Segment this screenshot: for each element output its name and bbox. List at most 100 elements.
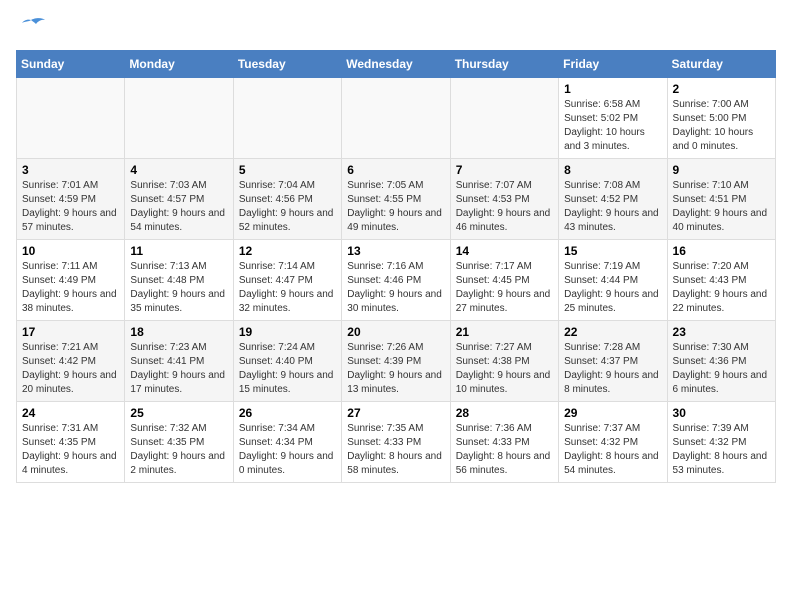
calendar-cell: 16 Sunrise: 7:20 AM Sunset: 4:43 PM Dayli… bbox=[667, 240, 775, 321]
day-number: 1 bbox=[564, 82, 661, 96]
day-number: 30 bbox=[673, 406, 770, 420]
calendar-cell: 7 Sunrise: 7:07 AM Sunset: 4:53 PM Daylig… bbox=[450, 159, 558, 240]
day-info: Sunrise: 7:30 AM Sunset: 4:36 PM Dayligh… bbox=[673, 341, 770, 397]
calendar-cell: 24 Sunrise: 7:31 AM Sunset: 4:35 PM Dayli… bbox=[17, 402, 125, 483]
day-info: Sunrise: 7:04 AM Sunset: 4:56 PM Dayligh… bbox=[239, 179, 336, 235]
calendar-week-row: 1 Sunrise: 6:58 AM Sunset: 5:02 PM Daylig… bbox=[17, 78, 776, 159]
day-number: 23 bbox=[673, 325, 770, 339]
day-number: 20 bbox=[347, 325, 444, 339]
day-number: 7 bbox=[456, 163, 553, 177]
day-info: Sunrise: 7:37 AM Sunset: 4:32 PM Dayligh… bbox=[564, 422, 661, 478]
calendar-cell: 14 Sunrise: 7:17 AM Sunset: 4:45 PM Dayli… bbox=[450, 240, 558, 321]
day-number: 22 bbox=[564, 325, 661, 339]
day-info: Sunrise: 7:24 AM Sunset: 4:40 PM Dayligh… bbox=[239, 341, 336, 397]
calendar-cell: 1 Sunrise: 6:58 AM Sunset: 5:02 PM Daylig… bbox=[559, 78, 667, 159]
calendar-cell bbox=[342, 78, 450, 159]
day-info: Sunrise: 7:27 AM Sunset: 4:38 PM Dayligh… bbox=[456, 341, 553, 397]
day-info: Sunrise: 7:35 AM Sunset: 4:33 PM Dayligh… bbox=[347, 422, 444, 478]
calendar-week-row: 24 Sunrise: 7:31 AM Sunset: 4:35 PM Dayli… bbox=[17, 402, 776, 483]
day-info: Sunrise: 7:19 AM Sunset: 4:44 PM Dayligh… bbox=[564, 260, 661, 316]
day-number: 25 bbox=[130, 406, 227, 420]
day-number: 17 bbox=[22, 325, 119, 339]
calendar-cell: 18 Sunrise: 7:23 AM Sunset: 4:41 PM Dayli… bbox=[125, 321, 233, 402]
day-info: Sunrise: 7:17 AM Sunset: 4:45 PM Dayligh… bbox=[456, 260, 553, 316]
day-number: 11 bbox=[130, 244, 227, 258]
day-number: 21 bbox=[456, 325, 553, 339]
page-header bbox=[16, 16, 776, 40]
day-info: Sunrise: 7:21 AM Sunset: 4:42 PM Dayligh… bbox=[22, 341, 119, 397]
day-info: Sunrise: 7:20 AM Sunset: 4:43 PM Dayligh… bbox=[673, 260, 770, 316]
calendar-cell: 10 Sunrise: 7:11 AM Sunset: 4:49 PM Dayli… bbox=[17, 240, 125, 321]
day-info: Sunrise: 7:01 AM Sunset: 4:59 PM Dayligh… bbox=[22, 179, 119, 235]
calendar-cell: 25Sunrise: 7:32 AM Sunset: 4:35 PM Dayli… bbox=[125, 402, 233, 483]
day-number: 8 bbox=[564, 163, 661, 177]
day-number: 2 bbox=[673, 82, 770, 96]
calendar-cell: 4 Sunrise: 7:03 AM Sunset: 4:57 PM Daylig… bbox=[125, 159, 233, 240]
day-info: Sunrise: 7:10 AM Sunset: 4:51 PM Dayligh… bbox=[673, 179, 770, 235]
day-of-week-header: Sunday bbox=[17, 51, 125, 78]
day-info: Sunrise: 7:36 AM Sunset: 4:33 PM Dayligh… bbox=[456, 422, 553, 478]
calendar-cell: 22Sunrise: 7:28 AM Sunset: 4:37 PM Dayli… bbox=[559, 321, 667, 402]
calendar-cell: 20 Sunrise: 7:26 AM Sunset: 4:39 PM Dayli… bbox=[342, 321, 450, 402]
calendar-cell: 9 Sunrise: 7:10 AM Sunset: 4:51 PM Daylig… bbox=[667, 159, 775, 240]
calendar-cell: 5 Sunrise: 7:04 AM Sunset: 4:56 PM Daylig… bbox=[233, 159, 341, 240]
day-number: 26 bbox=[239, 406, 336, 420]
day-number: 9 bbox=[673, 163, 770, 177]
day-number: 3 bbox=[22, 163, 119, 177]
calendar-week-row: 3 Sunrise: 7:01 AM Sunset: 4:59 PM Daylig… bbox=[17, 159, 776, 240]
day-info: Sunrise: 7:00 AM Sunset: 5:00 PM Dayligh… bbox=[673, 98, 770, 154]
day-number: 5 bbox=[239, 163, 336, 177]
calendar-cell bbox=[17, 78, 125, 159]
calendar-week-row: 17 Sunrise: 7:21 AM Sunset: 4:42 PM Dayli… bbox=[17, 321, 776, 402]
calendar-cell: 27 Sunrise: 7:35 AM Sunset: 4:33 PM Dayli… bbox=[342, 402, 450, 483]
day-info: Sunrise: 7:11 AM Sunset: 4:49 PM Dayligh… bbox=[22, 260, 119, 316]
logo-icon bbox=[16, 16, 46, 40]
calendar-cell: 3 Sunrise: 7:01 AM Sunset: 4:59 PM Daylig… bbox=[17, 159, 125, 240]
day-number: 14 bbox=[456, 244, 553, 258]
calendar-cell: 12Sunrise: 7:14 AM Sunset: 4:47 PM Dayli… bbox=[233, 240, 341, 321]
day-info: Sunrise: 7:03 AM Sunset: 4:57 PM Dayligh… bbox=[130, 179, 227, 235]
calendar-cell: 26 Sunrise: 7:34 AM Sunset: 4:34 PM Dayli… bbox=[233, 402, 341, 483]
day-number: 10 bbox=[22, 244, 119, 258]
calendar-week-row: 10 Sunrise: 7:11 AM Sunset: 4:49 PM Dayli… bbox=[17, 240, 776, 321]
day-of-week-header: Tuesday bbox=[233, 51, 341, 78]
calendar-cell: 15 Sunrise: 7:19 AM Sunset: 4:44 PM Dayli… bbox=[559, 240, 667, 321]
calendar-cell: 28Sunrise: 7:36 AM Sunset: 4:33 PM Dayli… bbox=[450, 402, 558, 483]
day-of-week-header: Saturday bbox=[667, 51, 775, 78]
day-info: Sunrise: 6:58 AM Sunset: 5:02 PM Dayligh… bbox=[564, 98, 661, 154]
day-of-week-header: Thursday bbox=[450, 51, 558, 78]
day-info: Sunrise: 7:07 AM Sunset: 4:53 PM Dayligh… bbox=[456, 179, 553, 235]
calendar-cell bbox=[233, 78, 341, 159]
logo bbox=[16, 16, 50, 40]
day-info: Sunrise: 7:08 AM Sunset: 4:52 PM Dayligh… bbox=[564, 179, 661, 235]
calendar-header-row: SundayMondayTuesdayWednesdayThursdayFrid… bbox=[17, 51, 776, 78]
day-number: 18 bbox=[130, 325, 227, 339]
day-info: Sunrise: 7:16 AM Sunset: 4:46 PM Dayligh… bbox=[347, 260, 444, 316]
day-number: 15 bbox=[564, 244, 661, 258]
day-info: Sunrise: 7:23 AM Sunset: 4:41 PM Dayligh… bbox=[130, 341, 227, 397]
calendar-cell: 11 Sunrise: 7:13 AM Sunset: 4:48 PM Dayli… bbox=[125, 240, 233, 321]
day-info: Sunrise: 7:31 AM Sunset: 4:35 PM Dayligh… bbox=[22, 422, 119, 478]
calendar-cell: 30 Sunrise: 7:39 AM Sunset: 4:32 PM Dayli… bbox=[667, 402, 775, 483]
day-number: 16 bbox=[673, 244, 770, 258]
day-info: Sunrise: 7:34 AM Sunset: 4:34 PM Dayligh… bbox=[239, 422, 336, 478]
calendar-table: SundayMondayTuesdayWednesdayThursdayFrid… bbox=[16, 50, 776, 483]
day-number: 13 bbox=[347, 244, 444, 258]
day-number: 4 bbox=[130, 163, 227, 177]
calendar-cell: 17 Sunrise: 7:21 AM Sunset: 4:42 PM Dayli… bbox=[17, 321, 125, 402]
calendar-cell bbox=[125, 78, 233, 159]
calendar-cell: 8 Sunrise: 7:08 AM Sunset: 4:52 PM Daylig… bbox=[559, 159, 667, 240]
day-of-week-header: Wednesday bbox=[342, 51, 450, 78]
day-info: Sunrise: 7:05 AM Sunset: 4:55 PM Dayligh… bbox=[347, 179, 444, 235]
day-info: Sunrise: 7:13 AM Sunset: 4:48 PM Dayligh… bbox=[130, 260, 227, 316]
day-number: 6 bbox=[347, 163, 444, 177]
day-info: Sunrise: 7:26 AM Sunset: 4:39 PM Dayligh… bbox=[347, 341, 444, 397]
day-of-week-header: Friday bbox=[559, 51, 667, 78]
day-number: 27 bbox=[347, 406, 444, 420]
calendar-cell: 21 Sunrise: 7:27 AM Sunset: 4:38 PM Dayli… bbox=[450, 321, 558, 402]
day-info: Sunrise: 7:39 AM Sunset: 4:32 PM Dayligh… bbox=[673, 422, 770, 478]
day-number: 24 bbox=[22, 406, 119, 420]
day-of-week-header: Monday bbox=[125, 51, 233, 78]
calendar-cell: 13 Sunrise: 7:16 AM Sunset: 4:46 PM Dayli… bbox=[342, 240, 450, 321]
day-number: 19 bbox=[239, 325, 336, 339]
